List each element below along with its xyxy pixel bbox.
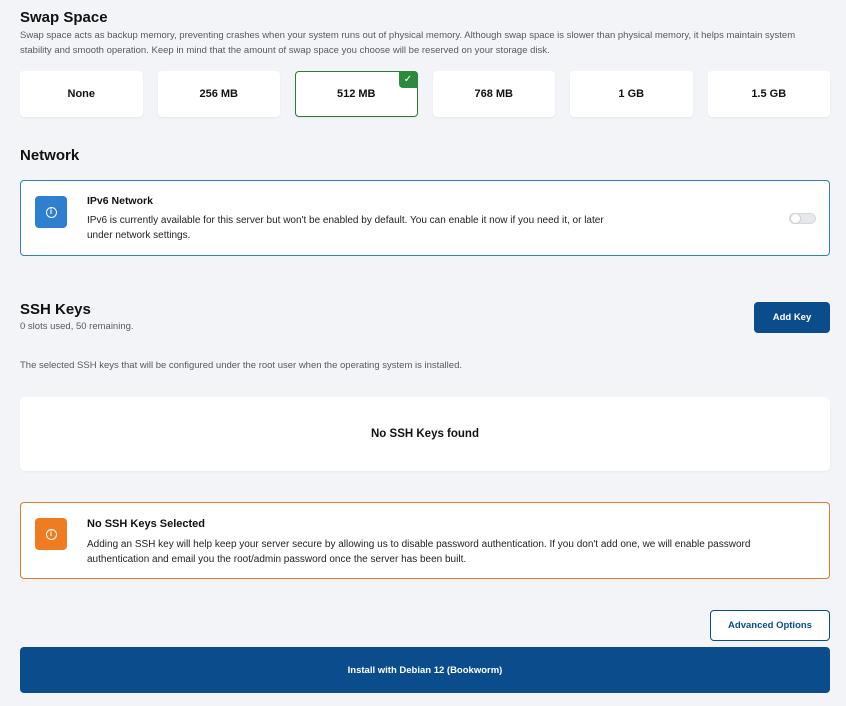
ssh-help-text: The selected SSH keys that will be confi… — [20, 360, 462, 371]
swap-space-title: Swap Space — [20, 9, 108, 26]
ipv6-toggle[interactable] — [789, 213, 816, 224]
ipv6-card-text-line1: IPv6 is currently available for this ser… — [87, 215, 604, 226]
swap-option-1-5gb[interactable]: 1.5 GB — [707, 71, 830, 117]
swap-option-512mb[interactable]: 512 MB ✓ — [295, 71, 418, 117]
ipv6-network-card: i IPv6 Network IPv6 is currently availab… — [20, 180, 830, 256]
ssh-empty-text: No SSH Keys found — [371, 428, 479, 440]
ssh-keys-empty-card: No SSH Keys found — [20, 397, 830, 471]
swap-option-768mb[interactable]: 768 MB — [432, 71, 555, 117]
swap-option-1gb[interactable]: 1 GB — [570, 71, 693, 117]
ssh-slots-text: 0 slots used, 50 remaining. — [20, 321, 134, 332]
swap-option-256mb[interactable]: 256 MB — [157, 71, 280, 117]
swap-option-none[interactable]: None — [20, 71, 143, 117]
add-key-button[interactable]: Add Key — [754, 302, 830, 333]
info-icon: i — [35, 196, 67, 228]
check-icon: ✓ — [398, 71, 418, 88]
ipv6-card-text-line2: under network settings. — [87, 230, 191, 241]
advanced-options-button[interactable]: Advanced Options — [710, 610, 830, 641]
warning-text-line2: authentication and email you the root/ad… — [87, 554, 467, 565]
ipv6-card-title: IPv6 Network — [87, 195, 153, 207]
ssh-keys-title: SSH Keys — [20, 301, 91, 318]
warning-text-line1: Adding an SSH key will help keep your se… — [87, 539, 751, 550]
swap-options: None 256 MB 512 MB ✓ 768 MB 1 GB 1.5 GB — [20, 71, 830, 117]
toggle-knob — [790, 213, 801, 224]
install-button[interactable]: Install with Debian 12 (Bookworm) — [20, 647, 830, 693]
swap-space-description: Swap space acts as backup memory, preven… — [20, 30, 796, 56]
warning-title: No SSH Keys Selected — [87, 518, 205, 530]
warning-info-icon: i — [35, 518, 67, 550]
network-title: Network — [20, 147, 80, 164]
no-ssh-keys-warning: i No SSH Keys Selected Adding an SSH key… — [20, 502, 830, 579]
